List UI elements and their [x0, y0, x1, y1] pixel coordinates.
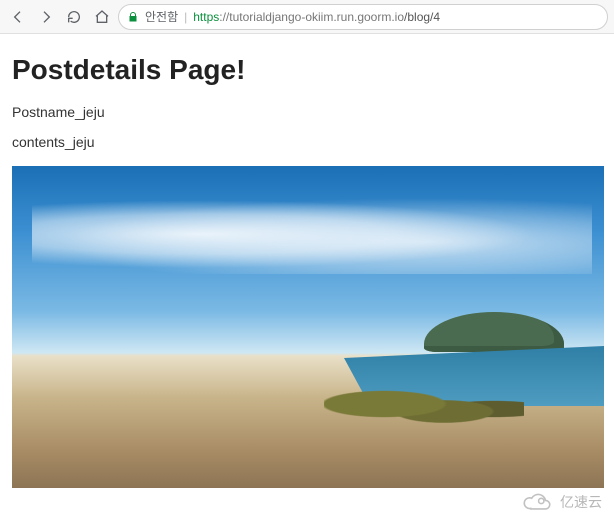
forward-icon: [38, 9, 54, 25]
home-button[interactable]: [90, 5, 114, 29]
page-title: Postdetails Page!: [12, 54, 602, 86]
url-scheme: https: [193, 10, 219, 24]
back-button[interactable]: [6, 5, 30, 29]
post-image: [12, 166, 604, 488]
watermark-text: 亿速云: [560, 492, 602, 512]
reload-button[interactable]: [62, 5, 86, 29]
page-content: Postdetails Page! Postname_jeju contents…: [0, 34, 614, 498]
image-rocks: [324, 384, 524, 434]
url-host: ://tutorialdjango-okiim.run.goorm.io: [219, 10, 404, 24]
post-name: Postname_jeju: [12, 104, 602, 120]
address-bar[interactable]: 안전함 | https://tutorialdjango-okiim.run.g…: [118, 4, 608, 30]
forward-button[interactable]: [34, 5, 58, 29]
browser-toolbar: 안전함 | https://tutorialdjango-okiim.run.g…: [0, 0, 614, 34]
separator: |: [184, 10, 187, 24]
home-icon: [94, 9, 110, 25]
post-contents: contents_jeju: [12, 134, 602, 150]
image-clouds: [32, 194, 592, 274]
lock-icon: [127, 11, 139, 23]
cloud-icon: [520, 491, 554, 513]
url-path: /blog/4: [404, 10, 440, 24]
back-icon: [10, 9, 26, 25]
reload-icon: [66, 9, 82, 25]
watermark: 亿速云: [520, 491, 602, 513]
security-label: 안전함: [145, 8, 178, 25]
url-text: https://tutorialdjango-okiim.run.goorm.i…: [193, 10, 440, 24]
